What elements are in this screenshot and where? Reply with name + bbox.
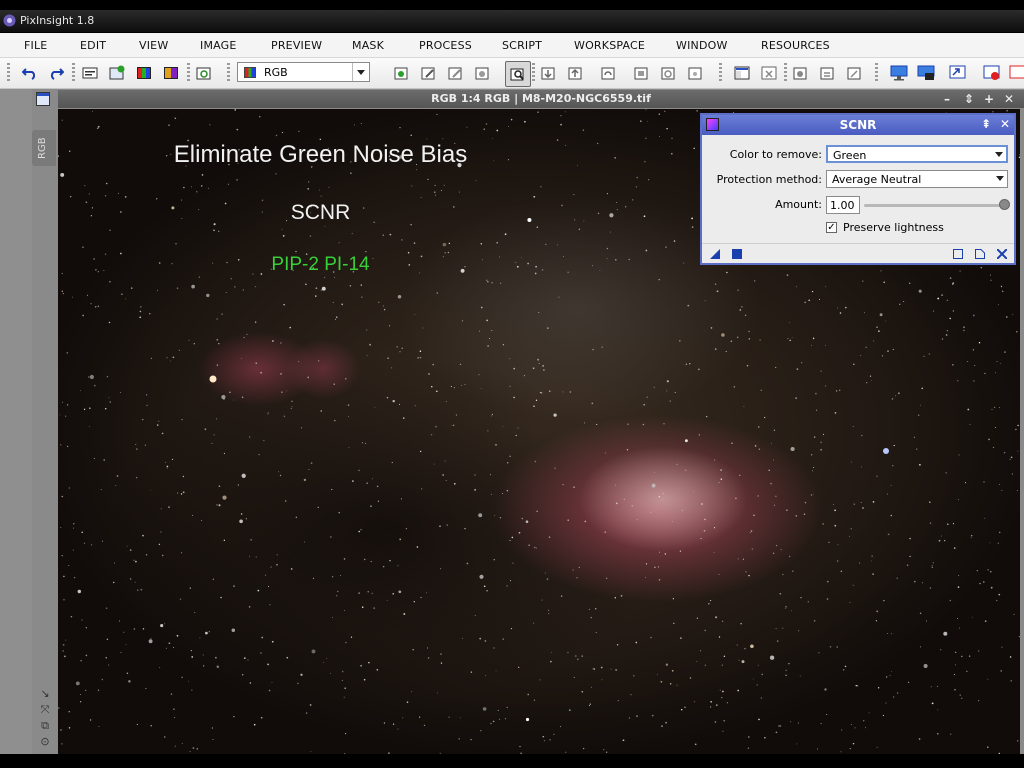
scnr-titlebar[interactable]: SCNR ⇞ ✕	[702, 115, 1014, 135]
fit-icon[interactable]: ⤧	[38, 703, 52, 717]
arrow-icon[interactable]: ↘	[38, 687, 52, 701]
target-icon[interactable]: ⊙	[38, 735, 52, 749]
rgb-swatch-icon	[244, 67, 256, 78]
toolbar-grip[interactable]	[187, 63, 190, 83]
channel-select[interactable]: RGB	[237, 62, 370, 82]
toolbar-grip[interactable]	[532, 63, 535, 83]
pixinsight-logo-icon	[3, 14, 16, 27]
workspace-left-panel	[0, 89, 32, 754]
mask-apply-icon[interactable]	[540, 64, 558, 82]
protection-method-value: Average Neutral	[832, 173, 922, 186]
view-explorer-icon[interactable]	[792, 64, 810, 82]
toolbar-grip[interactable]	[72, 63, 75, 83]
shade-icon[interactable]: ⇕	[964, 92, 974, 106]
menu-script[interactable]: SCRIPT	[502, 39, 542, 52]
toolbar-grip[interactable]	[7, 63, 10, 83]
window-icon[interactable]	[36, 92, 50, 106]
toolbar-grip[interactable]	[719, 63, 722, 83]
menu-workspace[interactable]: WORKSPACE	[574, 39, 645, 52]
view-history-icon[interactable]	[819, 64, 837, 82]
toolbar-grip[interactable]	[784, 63, 787, 83]
apply-global-icon[interactable]	[732, 249, 742, 259]
close-icon[interactable]: ✕	[1004, 92, 1014, 106]
shade-icon[interactable]: ⇞	[981, 117, 991, 131]
menu-file[interactable]: FILE	[24, 39, 47, 52]
preview-reset-icon[interactable]	[447, 64, 465, 82]
overlay-code: PIP-2 PI-14	[271, 254, 370, 275]
app-title: PixInsight 1.8	[20, 14, 95, 27]
monitor-24bit-icon[interactable]	[917, 64, 935, 82]
zoom-preview-icon[interactable]	[505, 61, 531, 87]
mask-hide-icon[interactable]	[660, 64, 678, 82]
menu-resources[interactable]: RESOURCES	[761, 39, 830, 52]
maximize-icon[interactable]: +	[984, 92, 994, 106]
expand-icon[interactable]	[997, 249, 1007, 259]
rgb-side-tab-label: RGB	[37, 137, 48, 159]
menu-bar: FILE EDIT VIEW IMAGE PREVIEW MASK PROCES…	[0, 33, 1024, 58]
menu-image[interactable]: IMAGE	[200, 39, 237, 52]
amount-slider-thumb[interactable]	[999, 199, 1010, 210]
rgb-side-tab[interactable]: RGB	[32, 130, 56, 166]
toolbar-grip[interactable]	[227, 63, 230, 83]
menu-process[interactable]: PROCESS	[419, 39, 472, 52]
app-titlebar: PixInsight 1.8	[0, 10, 1024, 32]
toolbar	[0, 58, 1024, 89]
amount-label: Amount:	[775, 198, 822, 211]
close-icon[interactable]: ✕	[1000, 117, 1010, 131]
chevron-down-icon[interactable]	[992, 147, 1006, 161]
image-window-titlebar[interactable]: RGB 1:4 RGB | M8-M20-NGC6559.tif – ⇕ + ✕	[58, 90, 1024, 108]
preview-delete-icon[interactable]	[474, 64, 492, 82]
chevron-down-icon[interactable]	[352, 63, 369, 81]
scnr-footer	[702, 243, 1014, 264]
mask-remove-icon[interactable]	[567, 64, 585, 82]
channel-value: RGB	[264, 66, 288, 79]
window-layout-icon[interactable]	[733, 64, 751, 82]
scnr-dialog: SCNR ⇞ ✕ Color to remove: Green Protecti…	[700, 113, 1016, 265]
color-to-remove-label: Color to remove:	[729, 148, 822, 161]
toolbar-grip[interactable]	[875, 63, 878, 83]
window-close-all-icon[interactable]	[760, 64, 778, 82]
reset-icon[interactable]	[975, 249, 985, 259]
new-image-icon[interactable]	[108, 64, 126, 82]
color-channels-icon[interactable]	[162, 64, 180, 82]
menu-mask[interactable]: MASK	[352, 39, 384, 52]
screen-reset-icon[interactable]	[1008, 64, 1024, 82]
copy-icon[interactable]: ⧉	[38, 719, 52, 733]
preview-icon[interactable]	[953, 249, 963, 259]
menu-edit[interactable]: EDIT	[80, 39, 106, 52]
mask-invert-icon[interactable]	[600, 64, 618, 82]
overlay-heading: Eliminate Green Noise Bias	[173, 141, 468, 168]
amount-slider-track[interactable]	[864, 204, 1004, 207]
amount-input[interactable]: 1.00	[826, 196, 860, 214]
mask-link-icon[interactable]	[687, 64, 705, 82]
preserve-lightness-checkbox[interactable]: ✓	[826, 222, 837, 233]
protection-method-label: Protection method:	[716, 173, 822, 186]
image-info-icon[interactable]	[81, 64, 99, 82]
preview-add-icon[interactable]	[393, 64, 411, 82]
preserve-lightness-label: Preserve lightness	[843, 221, 944, 234]
rgb-channels-icon[interactable]	[135, 64, 153, 82]
protection-method-select[interactable]: Average Neutral	[826, 170, 1008, 188]
overlay-subheading: SCNR	[290, 201, 351, 224]
new-instance-icon[interactable]	[710, 249, 720, 259]
color-to-remove-value: Green	[833, 149, 867, 162]
undo-icon[interactable]	[21, 64, 39, 82]
redo-icon[interactable]	[47, 64, 65, 82]
scnr-title: SCNR	[839, 118, 877, 132]
color-to-remove-select[interactable]: Green	[826, 145, 1008, 163]
minimize-icon[interactable]: –	[944, 92, 950, 106]
chevron-down-icon[interactable]	[993, 171, 1007, 187]
image-window-title: RGB 1:4 RGB | M8-M20-NGC6559.tif	[431, 92, 651, 105]
view-properties-icon[interactable]	[846, 64, 864, 82]
preview-edit-icon[interactable]	[420, 64, 438, 82]
menu-window[interactable]: WINDOW	[676, 39, 728, 52]
menu-preview[interactable]: PREVIEW	[271, 39, 322, 52]
menu-view[interactable]: VIEW	[139, 39, 168, 52]
monitor-icon[interactable]	[890, 64, 908, 82]
screen-disable-icon[interactable]	[983, 64, 1001, 82]
screen-transfer-icon[interactable]	[949, 64, 967, 82]
mask-show-icon[interactable]	[633, 64, 651, 82]
new-preview-icon[interactable]	[195, 64, 213, 82]
